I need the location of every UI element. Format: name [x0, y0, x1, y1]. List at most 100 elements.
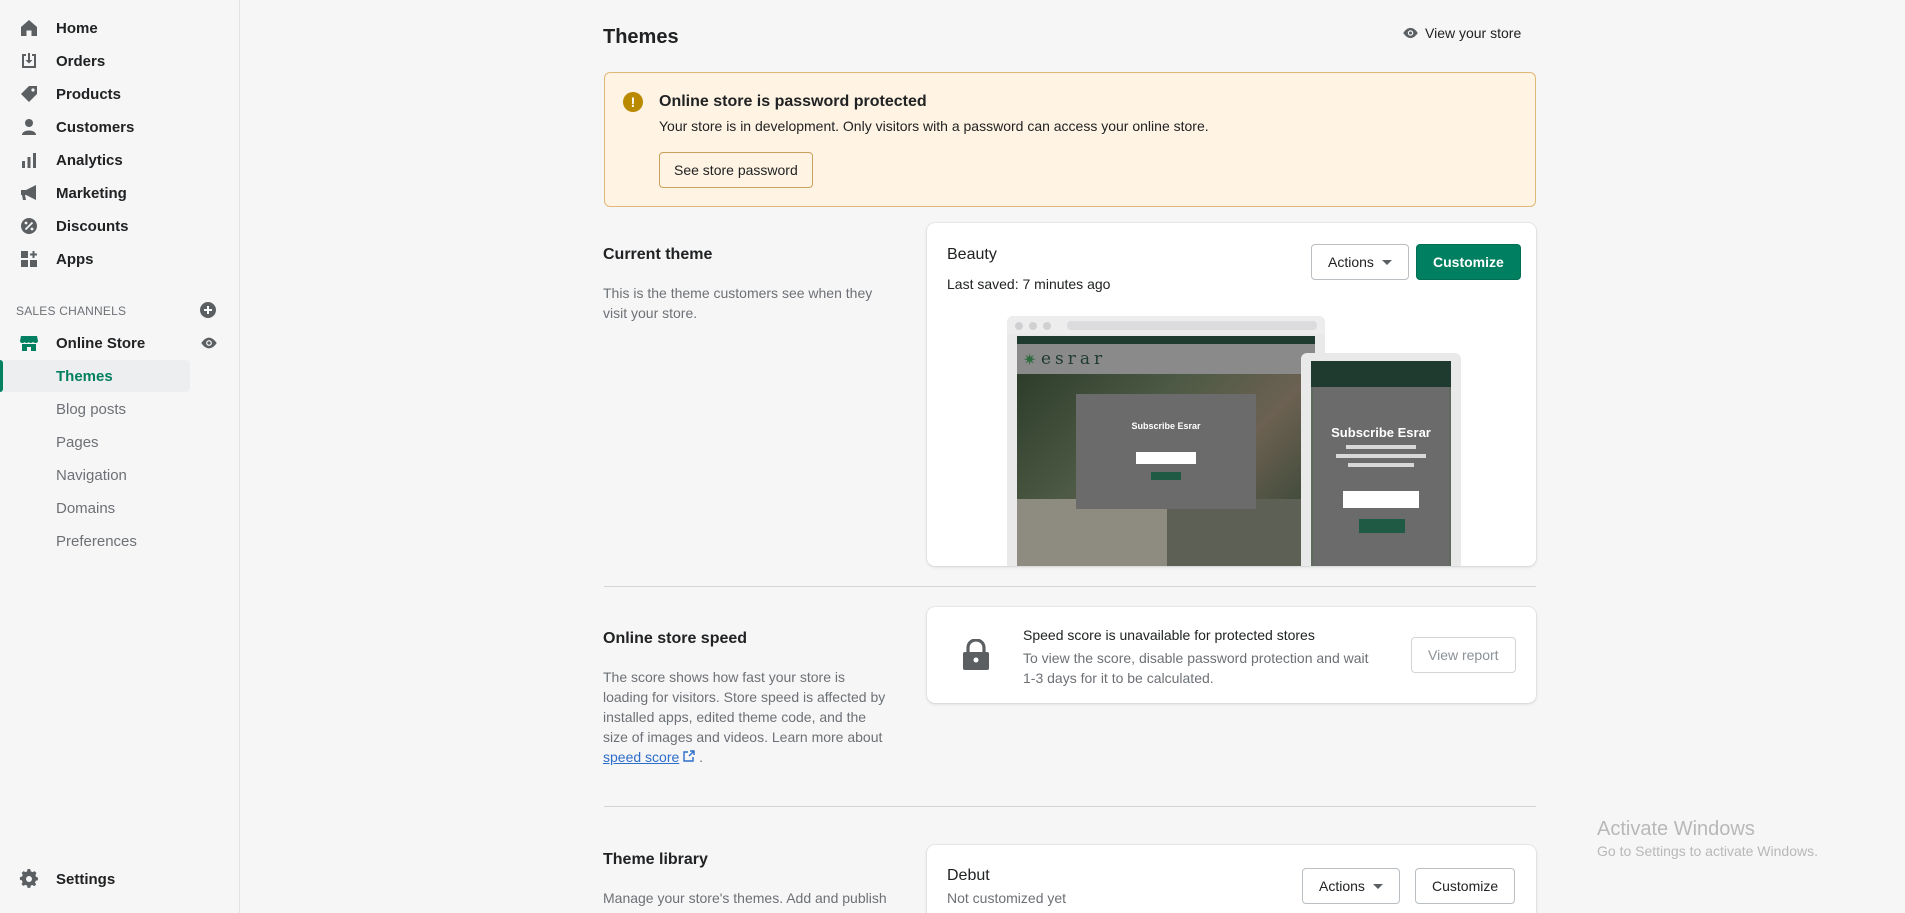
sidebar-item-products[interactable]: Products	[0, 79, 190, 109]
sidebar-subitem-preferences[interactable]: Preferences	[0, 525, 190, 557]
library-customize-button[interactable]: Customize	[1415, 868, 1516, 904]
home-icon	[21, 20, 37, 36]
mobile-preview-site: Subscribe Esrar	[1311, 361, 1451, 566]
speed-card: Speed score is unavailable for protected…	[927, 607, 1536, 703]
browser-dot	[1029, 322, 1037, 330]
banner-text: Your store is in development. Only visit…	[659, 118, 1209, 134]
speed-card-title: Speed score is unavailable for protected…	[1023, 627, 1315, 643]
actions-label: Actions	[1328, 254, 1374, 270]
sidebar-item-home[interactable]: Home	[0, 13, 190, 43]
mobile-preview-modal: Subscribe Esrar	[1313, 387, 1449, 566]
current-theme-description: This is the theme customers see when the…	[603, 285, 873, 321]
browser-bar	[1007, 316, 1325, 334]
view-store-label: View your store	[1425, 25, 1522, 41]
sidebar-subitem-navigation[interactable]: Navigation	[0, 459, 190, 491]
warning-icon: !	[623, 92, 643, 112]
sidebar-item-label: Analytics	[56, 152, 123, 169]
preview-modal: Subscribe Esrar	[1076, 394, 1256, 509]
theme-library-description: Manage your store's themes. Add and publ…	[603, 890, 887, 906]
sidebar-subitem-pages[interactable]: Pages	[0, 426, 190, 458]
mobile-preview: Subscribe Esrar	[1301, 353, 1461, 566]
mobile-subscribe-button	[1359, 519, 1405, 533]
browser-dot	[1015, 322, 1023, 330]
see-store-password-button[interactable]: See store password	[659, 152, 813, 188]
browser-url-bar	[1067, 321, 1317, 330]
sidebar-subitem-label: Themes	[56, 368, 113, 385]
sidebar-item-label: Orders	[56, 53, 106, 70]
actions-dropdown-button[interactable]: Actions	[1311, 244, 1409, 280]
library-theme-name: Debut	[947, 867, 990, 884]
sidebar-item-label: Products	[56, 86, 122, 103]
sidebar-item-label: Apps	[56, 251, 94, 268]
actions-label: Actions	[1319, 878, 1365, 894]
tag-icon	[21, 86, 37, 102]
sidebar-item-marketing[interactable]: Marketing	[0, 178, 190, 208]
caret-down-icon	[1372, 883, 1383, 889]
sidebar-item-label: Marketing	[56, 185, 127, 202]
preview-modal-title: Subscribe Esrar	[1131, 421, 1201, 431]
speed-score-link-text: speed score	[603, 749, 680, 765]
sidebar-subitem-label: Navigation	[56, 467, 127, 484]
view-report-button[interactable]: View report	[1411, 637, 1516, 673]
password-warning-banner: ! Online store is password protected You…	[604, 72, 1536, 207]
last-saved-text: Last saved: 7 minutes ago	[947, 276, 1111, 292]
view-store-link[interactable]: View your store	[1402, 25, 1521, 41]
sidebar-item-customers[interactable]: Customers	[0, 112, 190, 142]
theme-name: Beauty	[947, 246, 997, 263]
sidebar-item-label: Online Store	[56, 335, 146, 352]
megaphone-icon	[21, 185, 36, 200]
add-sales-channel-icon[interactable]	[200, 302, 216, 318]
apps-icon	[21, 251, 37, 267]
browser-dot	[1043, 322, 1051, 330]
preview-logo: esrar	[1041, 349, 1107, 369]
sidebar-subitem-themes[interactable]: Themes	[0, 360, 190, 392]
sidebar-item-label: Discounts	[56, 218, 129, 235]
mobile-modal-title: Subscribe Esrar	[1331, 425, 1431, 440]
activate-windows-watermark: Activate Windows	[1597, 818, 1755, 840]
theme-library-title: Theme library	[603, 851, 708, 868]
caret-down-icon	[1381, 259, 1392, 265]
person-icon	[22, 119, 36, 135]
library-actions-dropdown-button[interactable]: Actions	[1302, 868, 1400, 904]
bar-chart-icon	[22, 153, 36, 168]
preview-email-input	[1136, 452, 1196, 464]
mobile-modal-text	[1333, 445, 1429, 475]
speed-desc-text: The score shows how fast your store is l…	[603, 669, 886, 745]
external-link-icon	[683, 750, 695, 762]
discount-icon	[21, 218, 37, 234]
activate-windows-subtext: Go to Settings to activate Windows.	[1597, 843, 1818, 859]
sidebar-item-label: Settings	[56, 871, 116, 888]
sidebar-subitem-label: Blog posts	[56, 401, 127, 418]
sidebar-subitem-label: Domains	[56, 500, 116, 517]
current-theme-card: Beauty Last saved: 7 minutes ago Actions…	[927, 223, 1536, 566]
sidebar-item-apps[interactable]: Apps	[0, 244, 190, 274]
speed-desc-end: .	[699, 749, 703, 765]
speed-section-description: The score shows how fast your store is l…	[603, 667, 893, 767]
sidebar-item-settings[interactable]: Settings	[0, 864, 190, 894]
desktop-preview: ✷ esrar Subscribe Esrar	[1007, 316, 1325, 566]
speed-score-link[interactable]: speed score	[603, 749, 679, 765]
sidebar: Home Orders Products Customers Analytics…	[0, 0, 240, 913]
lock-icon	[963, 639, 989, 670]
sidebar-item-label: Customers	[56, 119, 135, 136]
sidebar-item-analytics[interactable]: Analytics	[0, 145, 190, 175]
speed-card-text: To view the score, disable password prot…	[1023, 650, 1369, 686]
mobile-announcement-bar	[1311, 361, 1451, 387]
sales-channels-title: SALES CHANNELS	[16, 304, 127, 318]
sidebar-item-discounts[interactable]: Discounts	[0, 211, 190, 241]
current-theme-title: Current theme	[603, 246, 713, 263]
sidebar-subitem-blog-posts[interactable]: Blog posts	[0, 393, 190, 425]
sidebar-item-label: Home	[56, 20, 98, 37]
sidebar-subitem-domains[interactable]: Domains	[0, 492, 190, 524]
preview-subscribe-button	[1151, 472, 1181, 480]
customize-button[interactable]: Customize	[1416, 244, 1521, 280]
section-divider	[604, 806, 1536, 807]
orders-icon	[22, 53, 36, 68]
section-divider	[604, 586, 1536, 587]
sidebar-item-online-store[interactable]: Online Store	[0, 328, 190, 358]
eye-icon[interactable]	[200, 336, 218, 350]
leaf-icon: ✷	[1023, 352, 1037, 369]
library-theme-status: Not customized yet	[947, 890, 1067, 906]
preview-tile	[1167, 499, 1315, 566]
sidebar-item-orders[interactable]: Orders	[0, 46, 190, 76]
